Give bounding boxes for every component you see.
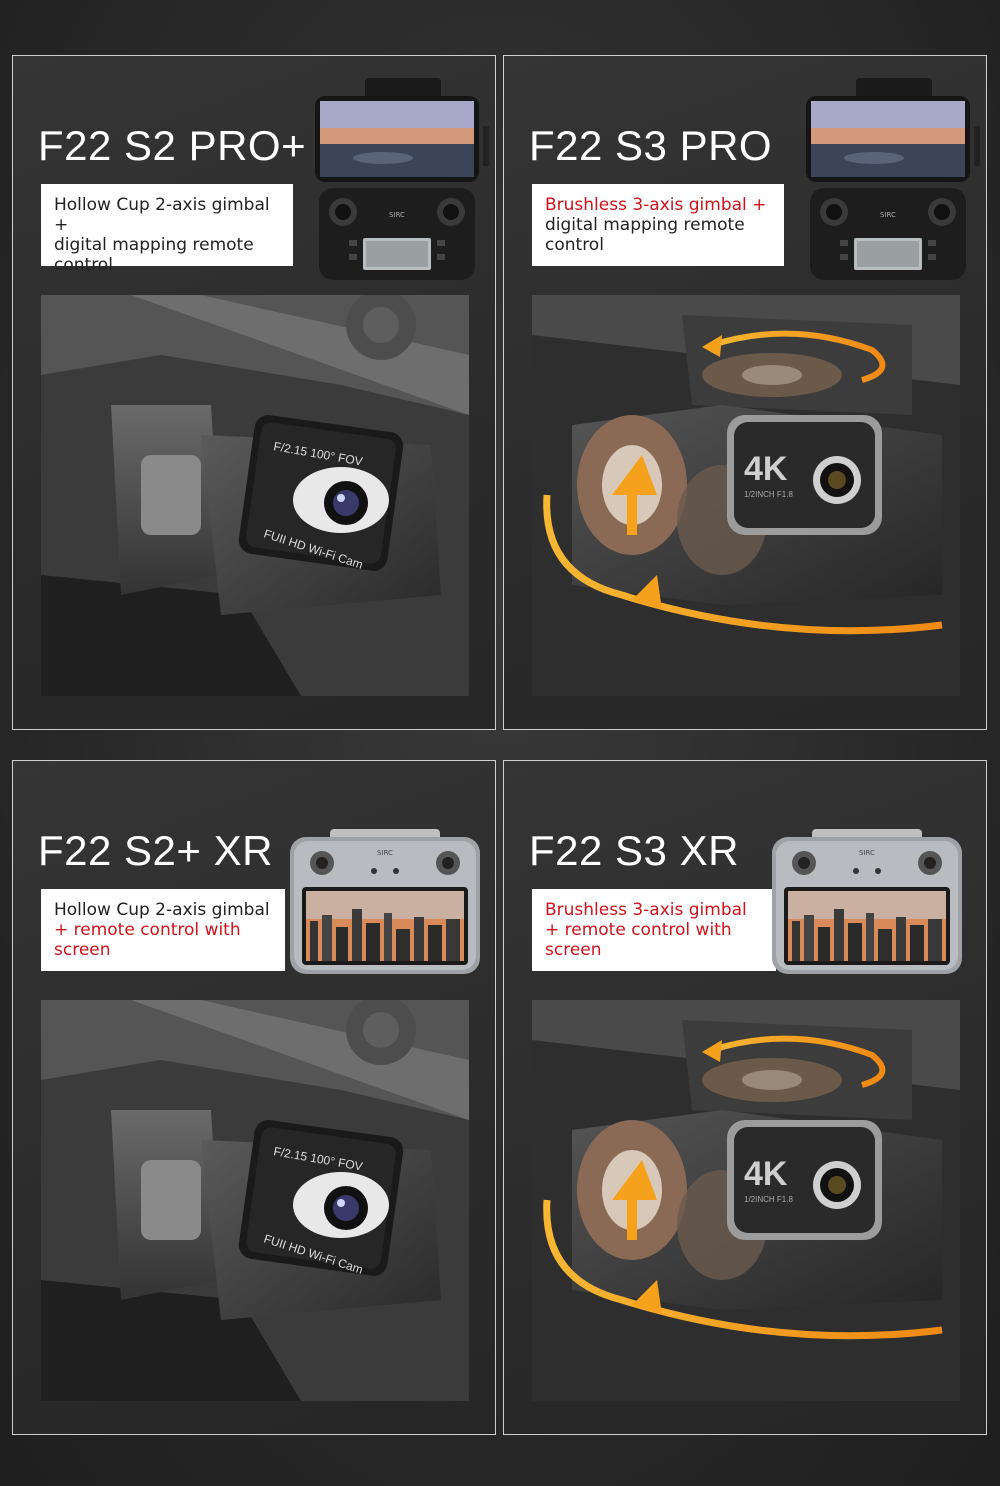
camera-label-4k: 4K (744, 1155, 788, 1193)
desc-line: digital mapping remote (54, 235, 254, 255)
product-title: F22 S2 PRO+ (38, 122, 307, 169)
screen-remote-image: SIRC (772, 829, 962, 974)
desc-line: Brushless 3-axis gimbal (545, 900, 747, 920)
digital-mapping-remote-image: SIRC (804, 78, 984, 283)
desc-line: screen (54, 940, 111, 960)
gimbal-camera-3-axis-photo: 4K 1/2INCH F1.8 (532, 1000, 960, 1401)
desc-line: control (54, 255, 113, 275)
product-card-f22-s3-pro: F22 S3 PRO Brushless 3-axis gimbal + dig… (503, 55, 987, 730)
product-card-f22-s3-xr: F22 S3 XR Brushless 3-axis gimbal + remo… (503, 760, 987, 1435)
desc-line: + remote control with (545, 920, 732, 940)
desc-line: control (545, 235, 604, 255)
gimbal-camera-2-axis-photo: F/2.15 100° FOV FUII HD Wi-Fi Cam (41, 295, 469, 696)
product-description: Hollow Cup 2-axis gimbal + digital mappi… (41, 184, 293, 275)
remote-brand: SIRC (389, 211, 405, 219)
remote-brand: SIRC (859, 849, 875, 857)
desc-line: screen (545, 940, 602, 960)
product-description: Brushless 3-axis gimbal + remote control… (532, 889, 776, 971)
remote-brand: SIRC (377, 849, 393, 857)
gimbal-camera-3-axis-photo: 4K 1/2INCH F1.8 (532, 295, 960, 696)
product-title: F22 S2+ XR (38, 827, 273, 874)
product-card-f22-s2-plus-xr: F22 S2+ XR Hollow Cup 2-axis gimbal + re… (12, 760, 496, 1435)
camera-label-sensor: 1/2INCH F1.8 (744, 1195, 793, 1204)
product-description: Brushless 3-axis gimbal + digital mappin… (532, 184, 784, 266)
camera-label-4k: 4K (744, 450, 788, 488)
desc-line: Hollow Cup 2-axis gimbal (54, 900, 270, 920)
remote-brand: SIRC (880, 211, 896, 219)
product-title: F22 S3 XR (529, 827, 739, 874)
desc-line: Hollow Cup 2-axis gimbal + (54, 195, 270, 235)
product-description: Hollow Cup 2-axis gimbal + remote contro… (41, 889, 285, 971)
product-card-f22-s2-pro-plus: F22 S2 PRO+ Hollow Cup 2-axis gimbal + d… (12, 55, 496, 730)
digital-mapping-remote-image: SIRC (313, 78, 493, 283)
gimbal-camera-2-axis-photo: F/2.15 100° FOV FUII HD Wi-Fi Cam (41, 1000, 469, 1401)
screen-remote-image: SIRC (290, 829, 480, 974)
desc-line: digital mapping remote (545, 215, 745, 235)
camera-label-sensor: 1/2INCH F1.8 (744, 490, 793, 499)
product-title: F22 S3 PRO (529, 122, 773, 169)
desc-line: Brushless 3-axis gimbal + (545, 195, 767, 215)
desc-line: + remote control with (54, 920, 241, 940)
